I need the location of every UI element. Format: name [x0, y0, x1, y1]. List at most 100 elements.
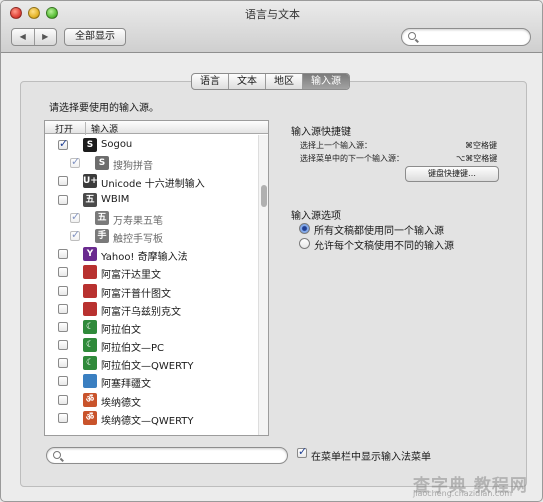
enable-checkbox[interactable]: [58, 340, 68, 351]
enable-checkbox[interactable]: [58, 267, 68, 278]
input-source-label: 搜狗拼音: [113, 161, 153, 173]
input-source-icon: Y: [83, 247, 97, 262]
input-source-row[interactable]: ☾ 阿拉伯文—QWERTY: [45, 354, 258, 372]
input-source-label: Sogou: [101, 139, 133, 150]
input-source-label: Unicode 十六进制输入: [101, 179, 205, 191]
show-in-menu-bar-label[interactable]: 在菜单栏中显示输入法菜单: [311, 448, 431, 463]
input-source-row[interactable]: Y Yahoo! 奇摩输入法: [45, 245, 258, 263]
preferences-search-field[interactable]: [401, 28, 531, 46]
search-icon: [53, 451, 61, 459]
input-source-row[interactable]: 阿富汗达里文: [45, 263, 258, 281]
input-source-row[interactable]: S Sogou: [45, 136, 258, 154]
enable-checkbox[interactable]: [70, 228, 80, 241]
input-source-icon: ☾: [83, 319, 97, 334]
input-source-row[interactable]: ॐ 埃纳德文—QWERTY: [45, 409, 258, 427]
input-source-row[interactable]: 手触控手写板: [45, 227, 258, 245]
enable-checkbox[interactable]: [58, 394, 68, 405]
keyboard-shortcuts-button[interactable]: 键盘快捷键…: [405, 166, 499, 182]
tab-text[interactable]: 文本: [229, 74, 266, 89]
show-all-button[interactable]: 全部显示: [64, 28, 126, 46]
input-source-icon: [83, 265, 97, 280]
radio-same-for-all-label[interactable]: 所有文稿都使用同一个输入源: [314, 222, 444, 237]
enable-checkbox[interactable]: [58, 285, 68, 296]
input-source-row[interactable]: ☾ 阿拉伯文: [45, 318, 258, 336]
input-source-row[interactable]: ॐ 埃纳德文: [45, 391, 258, 409]
input-source-label: 阿富汗普什图文: [101, 288, 171, 300]
input-source-icon: S: [83, 138, 97, 152]
input-source-label: 阿塞拜疆文: [101, 379, 151, 391]
show-in-menu-bar-checkbox[interactable]: [297, 445, 307, 458]
radio-allow-different-label[interactable]: 允许每个文稿使用不同的输入源: [314, 237, 454, 252]
input-source-icon: [83, 283, 97, 298]
window-title: 语言与文本: [245, 8, 300, 21]
input-source-label: Yahoo! 奇摩输入法: [101, 252, 188, 264]
input-source-row[interactable]: 阿塞拜疆文: [45, 372, 258, 390]
enable-checkbox[interactable]: [58, 249, 68, 260]
input-source-row[interactable]: ☾ 阿拉伯文—PC: [45, 336, 258, 354]
input-source-icon: 五: [95, 210, 109, 225]
tab-bar: 语言 文本 地区 输入源: [191, 73, 350, 90]
input-source-search-input[interactable]: [65, 449, 165, 463]
enable-checkbox[interactable]: [58, 194, 68, 205]
input-source-icon: U+: [83, 174, 98, 189]
input-source-search-field[interactable]: [46, 447, 288, 464]
next-source-label: 选择菜单中的下一个输入源：: [300, 154, 404, 163]
enable-checkbox[interactable]: [58, 376, 68, 387]
input-source-row[interactable]: U+ Unicode 十六进制输入: [45, 172, 258, 190]
list-scrollbar[interactable]: [258, 135, 268, 435]
input-source-row[interactable]: 阿富汗普什图文: [45, 282, 258, 300]
tab-region[interactable]: 地区: [266, 74, 303, 89]
title-bar: 语言与文本 ◀ ▶ 全部显示: [1, 1, 542, 53]
enable-checkbox[interactable]: [58, 321, 68, 332]
input-source-icon: ☾: [83, 356, 97, 371]
input-source-icon: 五: [83, 192, 97, 207]
prev-source-label: 选择上一个输入源：: [300, 141, 372, 150]
enable-checkbox[interactable]: [70, 210, 80, 223]
input-source-label: 阿富汗乌兹别克文: [101, 306, 181, 318]
options-heading: 输入源选项: [291, 211, 341, 222]
preferences-search-input[interactable]: [420, 30, 520, 44]
scrollbar-thumb[interactable]: [261, 185, 267, 207]
input-source-row[interactable]: S 搜狗拼音: [45, 154, 258, 172]
enable-checkbox[interactable]: [58, 303, 68, 314]
tab-language[interactable]: 语言: [192, 74, 229, 89]
back-arrow-icon[interactable]: ◀: [12, 29, 35, 45]
enable-checkbox[interactable]: [70, 155, 80, 169]
input-source-label: 万寿果五笔: [113, 215, 163, 227]
forward-arrow-icon[interactable]: ▶: [35, 29, 57, 45]
input-source-row[interactable]: 五万寿果五笔: [45, 209, 258, 227]
input-source-row[interactable]: 阿富汗乌兹别克文: [45, 300, 258, 318]
radio-allow-different[interactable]: [299, 238, 310, 249]
column-header-enable[interactable]: 打开: [55, 122, 73, 135]
input-source-label: 阿拉伯文—PC: [101, 343, 165, 355]
input-source-row[interactable]: 五 WBIM: [45, 191, 258, 209]
input-source-label: 埃纳德文: [101, 397, 141, 409]
tab-input-sources[interactable]: 输入源: [303, 74, 349, 89]
preferences-window: 语言与文本 ◀ ▶ 全部显示 语言 文本 地区 输入源 请选择要使用的输入源。 …: [0, 0, 543, 502]
input-source-icon: 手: [95, 228, 109, 243]
next-source-key: ⌥⌘空格键: [456, 154, 498, 163]
enable-checkbox[interactable]: [58, 176, 68, 187]
input-source-icon: ☾: [83, 338, 97, 353]
shortcuts-heading: 输入源快捷键: [291, 127, 351, 138]
column-header-source[interactable]: 输入源: [85, 122, 118, 135]
input-source-label: 阿富汗达里文: [101, 270, 161, 282]
input-source-prompt: 请选择要使用的输入源。: [49, 103, 159, 114]
enable-checkbox[interactable]: [58, 137, 68, 150]
watermark-url: jiaocheng.chazidian.com: [413, 489, 513, 498]
enable-checkbox[interactable]: [58, 412, 68, 423]
input-source-label: 阿拉伯文—QWERTY: [101, 361, 194, 373]
enable-checkbox[interactable]: [58, 358, 68, 369]
input-source-list: 打开 输入源 SSogouS搜狗拼音U+Unicode 十六进制输入五WBIM五…: [44, 120, 269, 436]
prev-source-key: ⌘空格键: [465, 141, 497, 150]
input-source-label: 埃纳德文—QWERTY: [101, 415, 194, 427]
input-source-icon: [83, 301, 97, 316]
input-source-label: 触控手写板: [113, 233, 163, 245]
input-source-icon: ॐ: [83, 392, 97, 407]
radio-same-for-all[interactable]: [299, 223, 310, 234]
input-source-icon: ॐ: [83, 410, 97, 425]
list-header: 打开 输入源: [45, 121, 268, 135]
input-source-icon: [83, 374, 97, 389]
input-source-label: 阿拉伯文: [101, 324, 141, 336]
input-source-rows: SSogouS搜狗拼音U+Unicode 十六进制输入五WBIM五万寿果五笔手触…: [45, 136, 258, 427]
